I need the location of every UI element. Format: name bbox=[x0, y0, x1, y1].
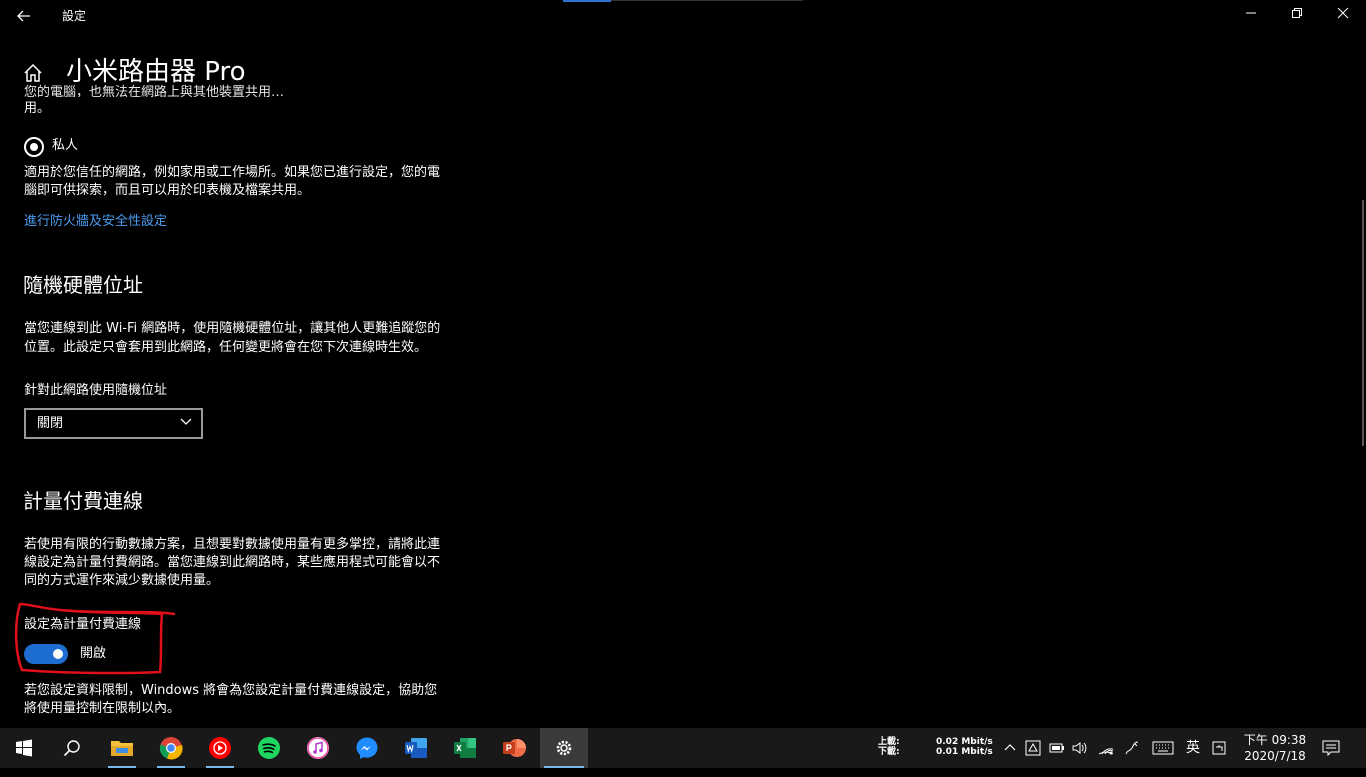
truncated-description: 您的電腦，也無法在網路上與其他裝置共用… bbox=[24, 85, 285, 97]
metered-description-line1: 若使用有限的行動數據方案，且想要對數據使用量有更多掌控，請將此連 bbox=[24, 537, 441, 552]
net-meter-labels: 上載: 下載: bbox=[878, 737, 900, 777]
metered-description-line2: 線設定為計量付費網路。當您連線到此網路時，某些應用程式可能會以不 bbox=[24, 555, 441, 570]
pen-icon bbox=[1125, 741, 1139, 755]
volume-icon bbox=[1072, 742, 1087, 754]
messenger-icon bbox=[356, 737, 378, 759]
spotify-icon bbox=[258, 737, 280, 759]
notifications-icon bbox=[1322, 740, 1340, 757]
random-hw-dropdown[interactable]: 關閉 bbox=[24, 408, 203, 439]
file-explorer-icon bbox=[111, 741, 133, 756]
battery-icon bbox=[1049, 743, 1064, 753]
tray-wifi[interactable] bbox=[1098, 728, 1116, 768]
restore-button[interactable] bbox=[1274, 0, 1320, 32]
tray-pen-workspace[interactable] bbox=[1124, 728, 1142, 768]
random-hw-description-line1: 當您連線到此 Wi-Fi 網路時，使用隨機硬體位址，讓其他人更難追蹤您的 bbox=[24, 321, 441, 336]
taskbar-messenger[interactable] bbox=[343, 728, 391, 768]
net-meter-values: 0.02 Mbit/s 0.01 Mbit/s bbox=[936, 737, 993, 777]
top-divider-accent bbox=[563, 0, 611, 2]
random-hw-field-label: 針對此網路使用隨機位址 bbox=[24, 383, 168, 398]
taskbar-powerpoint[interactable] bbox=[490, 728, 538, 768]
excel-icon bbox=[454, 738, 476, 758]
minimize-icon bbox=[1246, 12, 1256, 14]
tray-ime-mode[interactable] bbox=[1212, 728, 1230, 768]
chevron-up-icon bbox=[1004, 744, 1016, 751]
itunes-icon bbox=[307, 737, 329, 759]
net-down-label: 下載: bbox=[878, 747, 900, 757]
taskbar-clock[interactable]: 下午 09:38 2020/7/18 bbox=[1240, 732, 1310, 764]
app-title: 設定 bbox=[62, 9, 87, 23]
taskbar-excel[interactable] bbox=[441, 728, 489, 768]
metered-heading: 計量付費連線 bbox=[23, 489, 143, 513]
private-description-line2: 腦即可供探索，而且可以用於印表機及檔案共用。 bbox=[24, 183, 311, 198]
chevron-down-icon bbox=[180, 418, 192, 425]
keyboard-icon bbox=[1152, 741, 1174, 755]
taskbar-youtube-music[interactable] bbox=[196, 728, 244, 768]
taskbar-file-explorer[interactable] bbox=[98, 728, 146, 768]
home-icon bbox=[24, 63, 42, 82]
taskbar-settings[interactable] bbox=[540, 728, 588, 768]
private-radio[interactable] bbox=[24, 137, 44, 157]
start-button[interactable] bbox=[0, 728, 48, 768]
restore-icon bbox=[1292, 8, 1302, 18]
net-down-value: 0.01 Mbit/s bbox=[936, 747, 993, 757]
close-icon bbox=[1337, 7, 1349, 19]
metered-description-line3: 同的方式運作來減少數據使用量。 bbox=[24, 573, 220, 588]
random-hw-description-line2: 位置。此設定只會套用到此網路，任何變更將會在您下次連線時生效。 bbox=[24, 340, 428, 355]
title-bar bbox=[0, 0, 1366, 32]
chrome-icon bbox=[159, 737, 183, 760]
clock-time: 下午 09:38 bbox=[1243, 733, 1307, 747]
taskbar-spotify[interactable] bbox=[245, 728, 293, 768]
taskbar-word[interactable] bbox=[392, 728, 440, 768]
random-hw-heading: 隨機硬體位址 bbox=[23, 273, 143, 297]
windows-start-icon bbox=[16, 739, 32, 757]
back-arrow-icon bbox=[17, 10, 30, 22]
red-annotation-outline bbox=[14, 602, 176, 675]
ime-mode-icon bbox=[1212, 741, 1226, 755]
scrollbar[interactable] bbox=[1362, 200, 1364, 446]
taskbar-search[interactable] bbox=[48, 728, 96, 768]
truncated-description-tail: 用。 bbox=[24, 101, 51, 116]
input-method-indicator[interactable]: 英 bbox=[1184, 728, 1202, 768]
google-drive-icon bbox=[1025, 740, 1041, 756]
word-icon bbox=[405, 738, 427, 758]
back-button[interactable] bbox=[8, 2, 40, 30]
youtube-music-icon bbox=[209, 737, 231, 759]
search-icon bbox=[63, 740, 80, 757]
close-button[interactable] bbox=[1320, 0, 1366, 32]
minimize-button[interactable] bbox=[1228, 0, 1274, 32]
home-button[interactable] bbox=[22, 62, 44, 84]
powerpoint-icon bbox=[503, 739, 526, 757]
taskbar-itunes[interactable] bbox=[294, 728, 342, 768]
private-radio-label: 私人 bbox=[52, 138, 79, 153]
net-up-label: 上載: bbox=[878, 737, 900, 747]
tray-volume[interactable] bbox=[1072, 728, 1090, 768]
tray-battery[interactable] bbox=[1049, 728, 1067, 768]
clock-date: 2020/7/18 bbox=[1244, 749, 1306, 763]
wifi-icon bbox=[1098, 748, 1114, 755]
random-hw-dropdown-value: 關閉 bbox=[37, 416, 64, 431]
private-description-line1: 適用於您信任的網路，例如家用或工作場所。如果您已進行設定，您的電 bbox=[24, 165, 441, 180]
action-center-button[interactable] bbox=[1322, 728, 1344, 768]
firewall-settings-link[interactable]: 進行防火牆及安全性設定 bbox=[24, 213, 167, 231]
net-up-value: 0.02 Mbit/s bbox=[936, 737, 993, 747]
show-hidden-icons-button[interactable] bbox=[1002, 728, 1018, 768]
tray-touch-keyboard[interactable] bbox=[1152, 728, 1176, 768]
tray-drive-sync[interactable] bbox=[1025, 728, 1043, 768]
settings-gear-icon bbox=[556, 740, 572, 756]
data-limit-note-line2: 將使用量控制在限制以內。 bbox=[24, 701, 181, 716]
taskbar-chrome[interactable] bbox=[147, 728, 195, 768]
